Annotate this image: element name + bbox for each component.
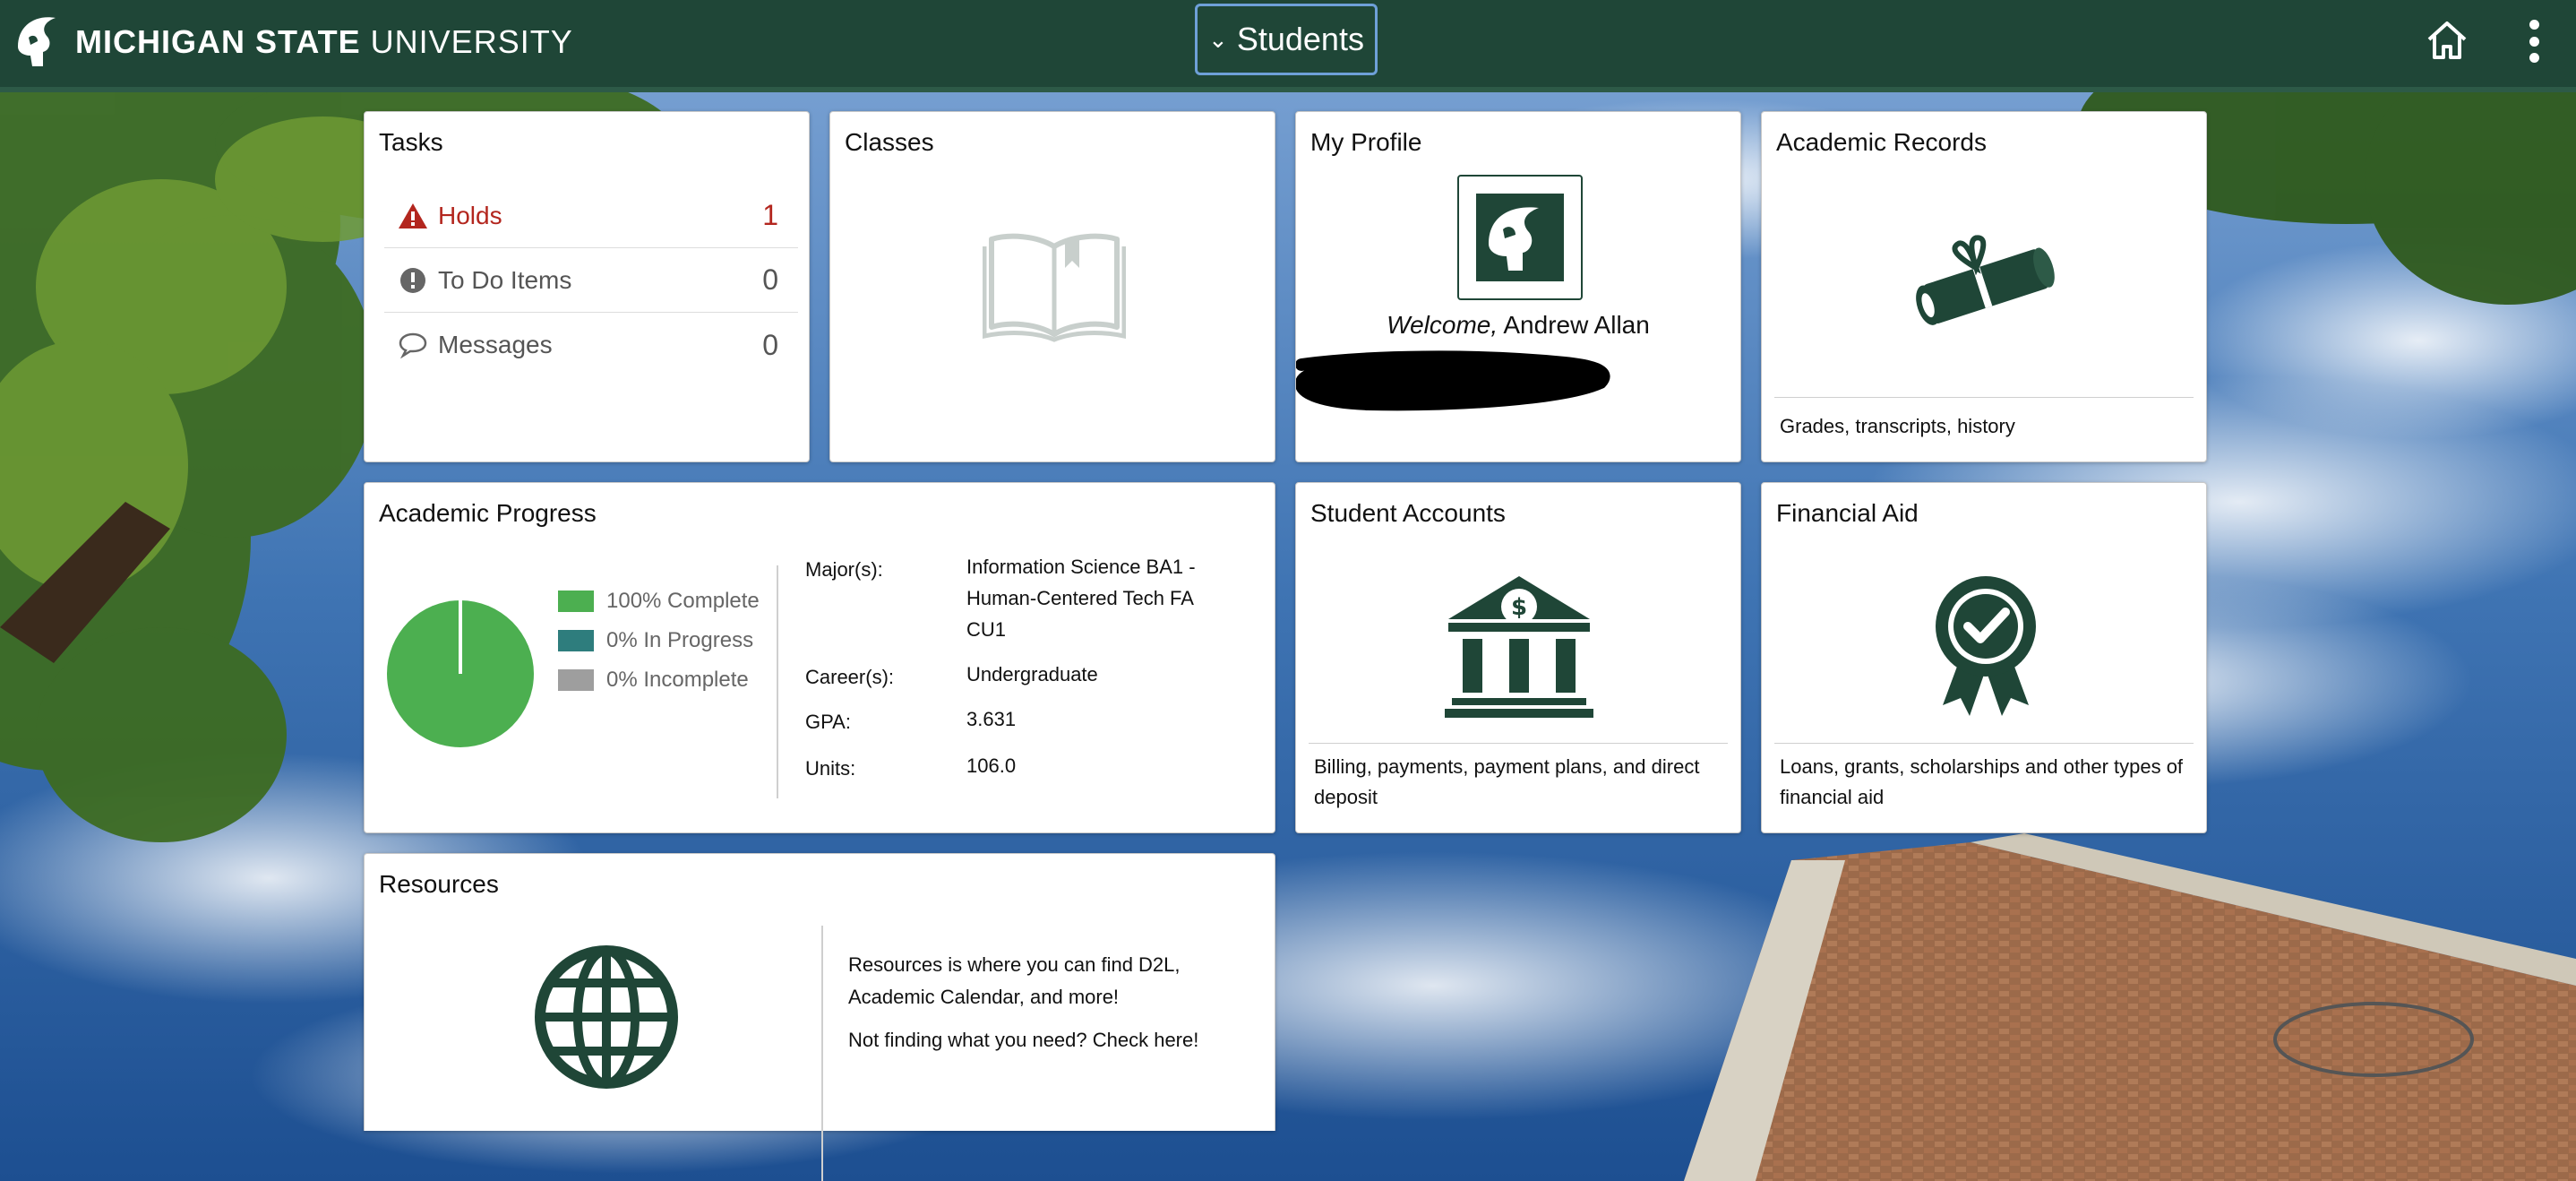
caption-divider bbox=[1774, 397, 2194, 398]
resources-tile[interactable]: Resources Resources is where you can fin… bbox=[364, 853, 1275, 1181]
legend-swatch bbox=[558, 590, 594, 612]
task-count: 1 bbox=[762, 199, 778, 231]
legend-in-progress: 0% In Progress bbox=[558, 628, 753, 653]
student-accounts-tile[interactable]: Student Accounts $ Billing, payments, pa… bbox=[1295, 482, 1741, 833]
student-accounts-caption: Billing, payments, payment plans, and di… bbox=[1314, 755, 1700, 808]
academic-progress-tile[interactable]: Academic Progress 100% Complete 0% In Pr… bbox=[364, 482, 1275, 833]
legend-swatch bbox=[558, 669, 594, 691]
financial-aid-caption: Loans, grants, scholarships and other ty… bbox=[1780, 755, 2184, 808]
academic-records-caption: Grades, transcripts, history bbox=[1780, 415, 2015, 437]
progress-divider bbox=[777, 565, 778, 798]
task-row-holds[interactable]: Holds 1 bbox=[384, 184, 798, 248]
top-navigation-bar: MICHIGAN STATE UNIVERSITY ⌄ Students bbox=[0, 0, 2576, 92]
career-label: Career(s): bbox=[805, 666, 895, 688]
logo-text-thin: UNIVERSITY bbox=[370, 23, 573, 60]
task-count: 0 bbox=[762, 328, 778, 361]
task-label: To Do Items bbox=[438, 265, 572, 294]
task-label: Holds bbox=[438, 201, 502, 229]
open-book-icon bbox=[983, 233, 1126, 342]
task-label: Messages bbox=[438, 331, 553, 358]
legend-incomplete: 0% Incomplete bbox=[558, 668, 749, 693]
resources-divider bbox=[821, 926, 823, 1181]
classes-title: Classes bbox=[845, 128, 934, 156]
redaction-scribble bbox=[1296, 350, 1610, 411]
profile-avatar bbox=[1457, 175, 1583, 300]
warning-triangle-icon bbox=[393, 202, 433, 230]
progress-pie-chart bbox=[387, 600, 534, 747]
academic-records-title: Academic Records bbox=[1776, 128, 1987, 156]
more-vertical-icon bbox=[2529, 20, 2539, 30]
financial-aid-tile[interactable]: Financial Aid Loans, grants, scholarship… bbox=[1761, 482, 2207, 833]
caption-divider bbox=[1309, 743, 1728, 744]
students-nav-dropdown[interactable]: ⌄ Students bbox=[1195, 4, 1378, 75]
legend-label: 0% Incomplete bbox=[606, 668, 749, 692]
legend-swatch bbox=[558, 630, 594, 651]
university-name: MICHIGAN STATE UNIVERSITY bbox=[75, 23, 573, 61]
globe-icon bbox=[535, 945, 678, 1089]
logo-text-bold: MICHIGAN STATE bbox=[75, 23, 361, 60]
home-button[interactable] bbox=[2426, 20, 2469, 61]
more-dot bbox=[2529, 36, 2539, 47]
major-value: Information Science BA1 - Human-Centered… bbox=[966, 556, 1196, 641]
bank-icon: $ bbox=[1445, 576, 1593, 718]
academic-records-tile[interactable]: Academic Records Grades, transcripts, hi… bbox=[1761, 111, 2207, 462]
nav-dropdown-label: Students bbox=[1236, 21, 1364, 57]
major-label: Major(s): bbox=[805, 558, 883, 581]
diploma-icon bbox=[1916, 235, 2055, 325]
tasks-tile[interactable]: Tasks Holds 1 To Do Items 0 Messages 0 bbox=[364, 111, 810, 462]
tasks-title: Tasks bbox=[379, 128, 443, 156]
svg-text:$: $ bbox=[1511, 594, 1527, 621]
home-icon bbox=[2427, 22, 2467, 59]
msu-logo[interactable]: MICHIGAN STATE UNIVERSITY bbox=[11, 11, 573, 73]
my-profile-tile[interactable]: My Profile Welcome, Andrew Allan bbox=[1295, 111, 1741, 462]
task-row-messages[interactable]: Messages 0 bbox=[384, 313, 798, 377]
resources-text-2: Not finding what you need? Check here! bbox=[848, 1029, 1199, 1051]
gpa-value: 3.631 bbox=[966, 708, 1017, 730]
welcome-prefix: Welcome, bbox=[1387, 311, 1498, 339]
spartan-helmet-icon bbox=[18, 17, 56, 66]
task-count: 0 bbox=[762, 263, 778, 296]
gpa-label: GPA: bbox=[805, 711, 851, 733]
chevron-down-icon: ⌄ bbox=[1208, 25, 1228, 53]
resources-title: Resources bbox=[379, 870, 499, 898]
academic-progress-title: Academic Progress bbox=[379, 499, 597, 527]
award-ribbon-icon bbox=[1936, 576, 2036, 716]
more-menu-button[interactable] bbox=[2519, 20, 2549, 63]
profile-title: My Profile bbox=[1310, 128, 1422, 156]
profile-welcome: Welcome, Andrew Allan bbox=[1296, 311, 1740, 340]
financial-aid-title: Financial Aid bbox=[1776, 499, 1919, 527]
caption-divider bbox=[1774, 743, 2194, 744]
resources-text-1: Resources is where you can find D2L, Aca… bbox=[848, 953, 1181, 1008]
units-label: Units: bbox=[805, 757, 856, 780]
legend-complete: 100% Complete bbox=[558, 589, 760, 614]
spartan-helmet-icon bbox=[1476, 194, 1564, 281]
student-accounts-title: Student Accounts bbox=[1310, 499, 1506, 527]
classes-tile[interactable]: Classes bbox=[829, 111, 1275, 462]
legend-label: 0% In Progress bbox=[606, 628, 754, 652]
more-dot bbox=[2529, 53, 2539, 63]
profile-name: Andrew Allan bbox=[1503, 311, 1650, 339]
career-value: Undergraduate bbox=[966, 663, 1098, 685]
units-value: 106.0 bbox=[966, 754, 1017, 777]
speech-bubble-icon bbox=[393, 332, 433, 358]
exclamation-circle-icon bbox=[393, 267, 433, 294]
legend-label: 100% Complete bbox=[606, 589, 760, 613]
task-row-todo[interactable]: To Do Items 0 bbox=[384, 248, 798, 313]
